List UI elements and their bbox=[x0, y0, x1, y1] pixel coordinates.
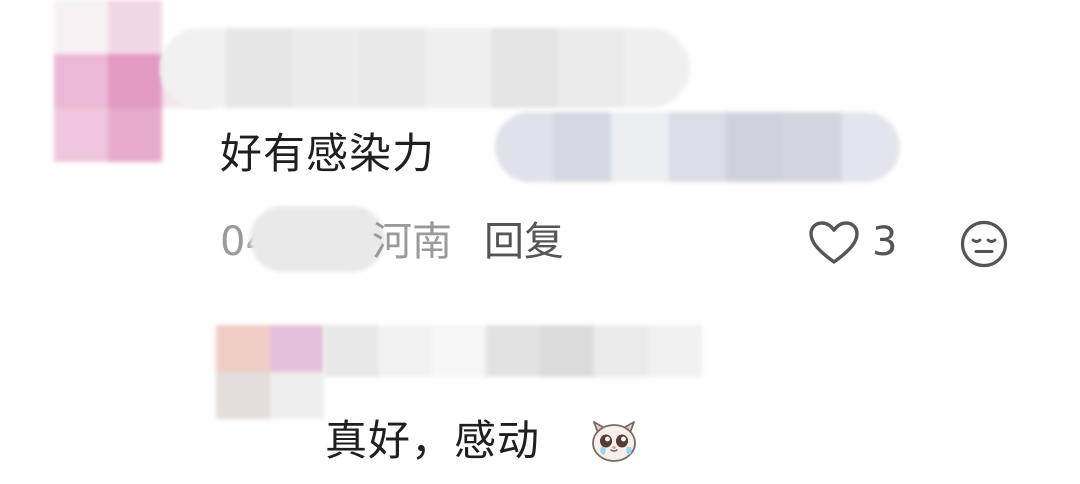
replier-username-redacted[interactable] bbox=[324, 325, 702, 377]
reply-button[interactable]: 回复 bbox=[484, 222, 564, 262]
commenter-username-redacted[interactable] bbox=[160, 28, 690, 108]
comment-date-redacted bbox=[250, 206, 385, 272]
like-button[interactable] bbox=[804, 214, 864, 272]
comment-text-redacted bbox=[495, 112, 900, 182]
like-count: 3 bbox=[872, 219, 898, 265]
comment-location: 河南 bbox=[372, 219, 452, 265]
comment-text: 好有感染力 bbox=[220, 129, 436, 178]
heart-outline-icon bbox=[809, 221, 859, 264]
dislike-button[interactable] bbox=[958, 218, 1010, 270]
reply-text: 真好，感动 bbox=[325, 416, 541, 465]
replier-avatar[interactable] bbox=[216, 325, 324, 419]
crying-cat-emoji-icon bbox=[586, 410, 642, 466]
neutral-face-icon bbox=[960, 220, 1008, 268]
